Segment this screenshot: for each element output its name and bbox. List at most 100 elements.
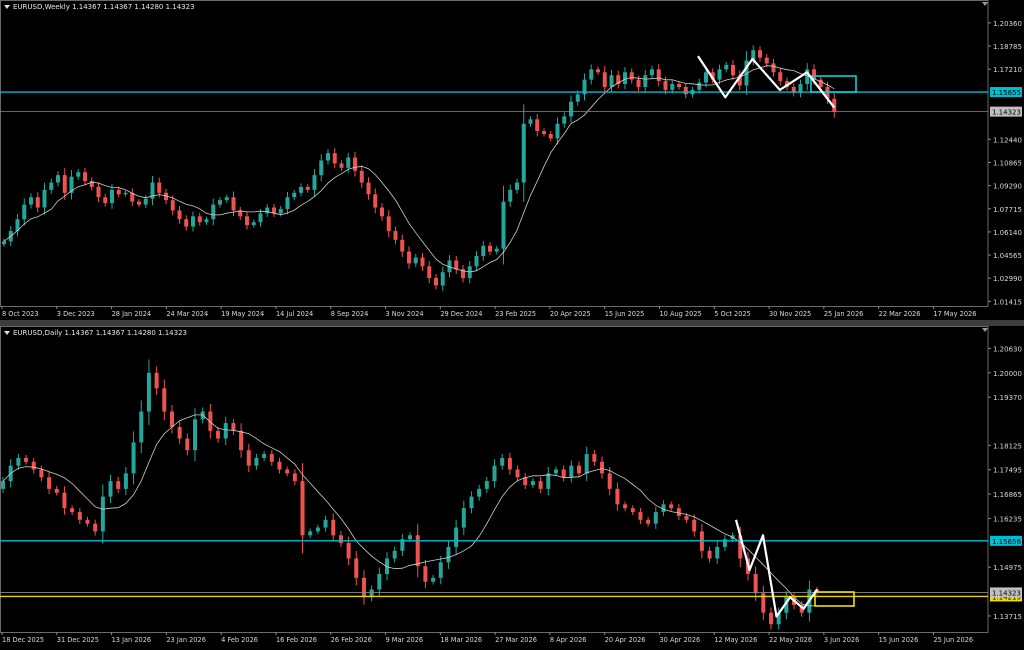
candle-body — [407, 251, 411, 264]
y-tick-label: 1.14975 — [993, 564, 1022, 572]
candle-body — [35, 197, 40, 208]
candle-body — [251, 222, 256, 226]
y-tick-label: 1.20000 — [993, 370, 1022, 378]
chart-menu-triangle-icon[interactable] — [4, 331, 10, 335]
weekly-chart-title: EURUSD,Weekly 1.14367 1.14367 1.14280 1.… — [4, 3, 195, 11]
candle-body — [492, 465, 497, 482]
x-tick-label: 31 Dec 2025 — [57, 636, 99, 644]
candle-body — [39, 469, 44, 478]
x-tick-label: 3 Nov 2024 — [386, 310, 424, 318]
candle-body — [553, 469, 558, 474]
candle-body — [546, 473, 551, 489]
y-tick-label: 1.13715 — [993, 613, 1022, 621]
candle-body — [137, 201, 141, 205]
candle-body — [224, 197, 229, 201]
candle-body — [315, 527, 320, 532]
candle-body — [231, 423, 236, 431]
daily-title-text: EURUSD,Daily 1.14367 1.14367 1.14280 1.1… — [13, 329, 187, 337]
shift-marker-icon[interactable] — [982, 328, 988, 332]
x-tick-label: 10 Aug 2025 — [659, 310, 701, 318]
x-tick-label: 20 Apr 2026 — [605, 636, 646, 644]
candle-body — [193, 419, 197, 451]
candle-body — [292, 473, 297, 482]
shift-marker-icon[interactable] — [982, 2, 988, 6]
candle-body — [299, 186, 303, 193]
candle-body — [169, 411, 174, 427]
x-tick-label: 25 Jun 2026 — [933, 636, 973, 644]
candle-body — [76, 172, 81, 177]
candle-body — [427, 266, 432, 279]
x-tick-label: 29 Dec 2024 — [440, 310, 482, 318]
zigzag-annotation-line[interactable] — [734, 519, 819, 618]
candle-body — [269, 454, 274, 462]
candle-body — [677, 84, 681, 87]
daily-chart-pane[interactable]: 1.15656 1.14219 1.14323 1.20630 1.20000 1.193… — [0, 326, 1024, 650]
candle-body — [110, 189, 114, 204]
candle-body — [477, 488, 482, 497]
candle-body — [123, 192, 128, 195]
candle-body — [778, 72, 783, 82]
candle-body — [530, 481, 535, 485]
candle-body — [116, 481, 121, 489]
y-tick-label: 1.16235 — [993, 515, 1022, 523]
candle-body — [285, 197, 290, 209]
zigzag-annotation-line[interactable] — [697, 55, 836, 109]
candle-body — [332, 153, 337, 164]
candle-body — [354, 558, 359, 578]
candle-body — [415, 535, 420, 567]
candle-body — [361, 577, 366, 598]
candle-body — [47, 477, 52, 489]
candle-body — [143, 198, 148, 205]
candle-body — [216, 430, 221, 439]
candle-body — [223, 423, 228, 439]
candle-body — [717, 69, 722, 80]
x-tick-label: 22 Mar 2026 — [879, 310, 921, 318]
candle-body — [408, 535, 413, 540]
candle-body — [481, 245, 486, 257]
x-tick-label: 18 Dec 2025 — [2, 636, 44, 644]
candle-body — [392, 550, 397, 559]
candle-body — [77, 512, 82, 520]
candle-body — [423, 566, 428, 582]
candle-body — [377, 573, 382, 590]
y-tick-label: 1.06140 — [993, 229, 1022, 237]
candle-body — [753, 573, 758, 594]
target-zone-box[interactable] — [810, 75, 857, 93]
x-tick-label: 14 Jul 2024 — [276, 310, 313, 318]
candle-body — [684, 515, 689, 520]
candle-body — [715, 546, 720, 559]
candle-body — [629, 72, 634, 80]
y-tick-label: 1.17495 — [993, 467, 1022, 475]
y-tick-label: 1.20630 — [993, 345, 1022, 353]
x-tick-label: 30 Apr 2026 — [659, 636, 700, 644]
x-tick-label: 23 Jan 2026 — [166, 636, 206, 644]
candle-body — [312, 175, 317, 190]
target-zone-box[interactable] — [814, 591, 855, 607]
candle-body — [584, 454, 589, 474]
candle-body — [771, 63, 776, 73]
candle-body — [366, 182, 371, 195]
x-tick-label: 17 May 2026 — [933, 310, 976, 318]
y-tick-label: 1.19370 — [993, 394, 1022, 402]
candle-body — [2, 241, 6, 245]
weekly-chart-pane[interactable]: 1.15655 1.14323 1.20360 1.18785 1.17210 1.124… — [0, 0, 1024, 320]
candle-body — [676, 508, 681, 516]
daily-chart-canvas[interactable]: 1.156561.142191.143231.206301.200001.193… — [0, 326, 1024, 650]
candle-body — [663, 81, 668, 90]
weekly-chart-canvas[interactable]: 1.15655 1.14323 1.20360 1.18785 1.17210 1.124… — [0, 0, 1024, 320]
candle-body — [218, 200, 222, 205]
candle-body — [246, 450, 251, 466]
candle-body — [24, 457, 29, 462]
candle-body — [346, 157, 351, 168]
x-tick-label: 19 May 2024 — [221, 310, 264, 318]
candle-body — [669, 504, 674, 509]
candle-body — [108, 481, 113, 497]
candle-body — [339, 163, 344, 168]
candle-body — [170, 200, 175, 211]
candle-body — [319, 160, 324, 176]
y-tick-label: 1.18785 — [993, 43, 1022, 51]
candle-body — [231, 197, 236, 211]
candle-body — [239, 430, 244, 451]
candle-body — [323, 519, 328, 528]
chart-menu-triangle-icon[interactable] — [4, 5, 10, 9]
